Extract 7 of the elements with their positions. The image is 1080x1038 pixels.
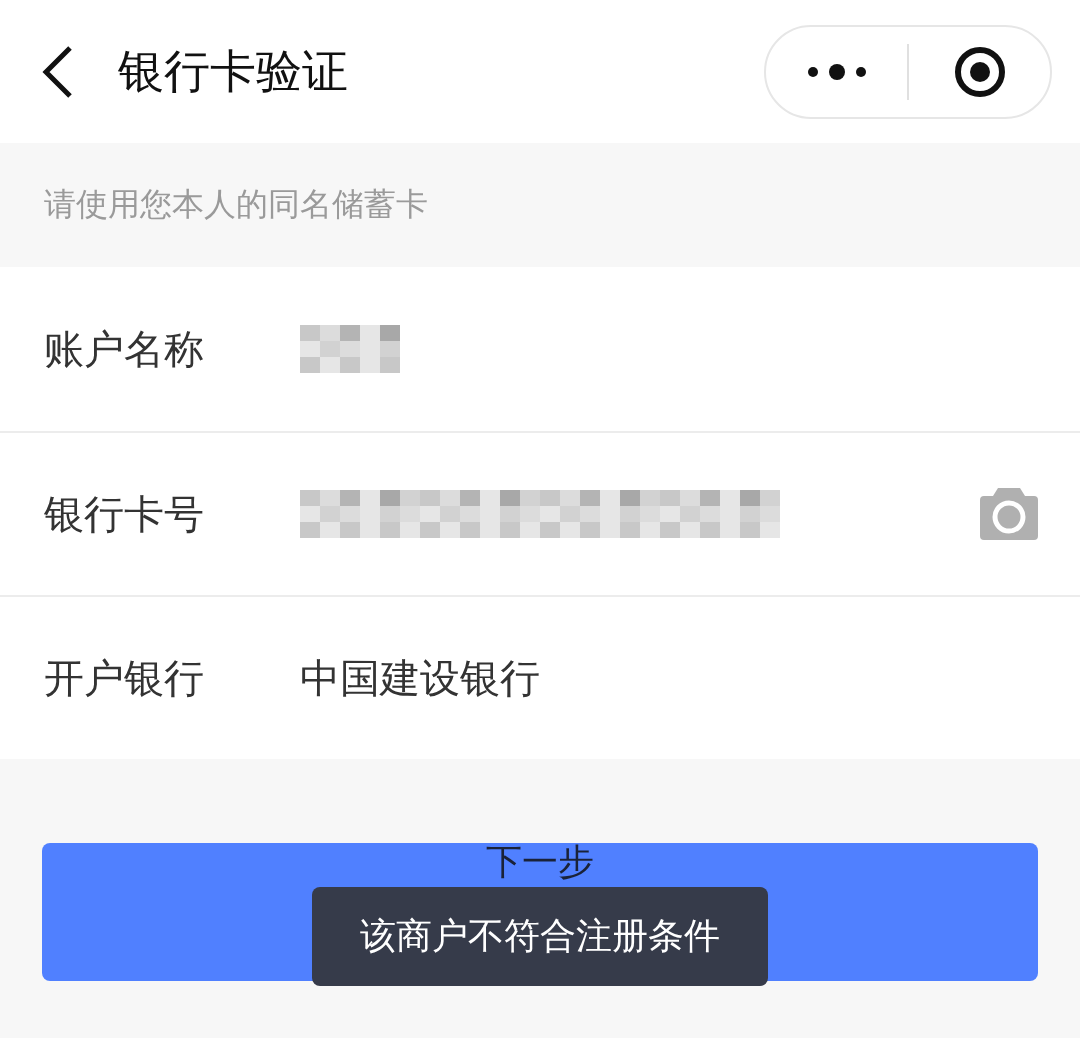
field-label: 开户银行 bbox=[44, 653, 205, 703]
field-value: 中国建设银行 bbox=[300, 653, 541, 703]
page-title: 银行卡验证 bbox=[118, 42, 349, 100]
field-label: 账户名称 bbox=[44, 324, 205, 374]
error-toast: 该商户不符合注册条件 bbox=[312, 887, 768, 986]
field-label: 银行卡号 bbox=[44, 489, 205, 539]
hint-text: 请使用您本人的同名储蓄卡 bbox=[43, 184, 429, 225]
